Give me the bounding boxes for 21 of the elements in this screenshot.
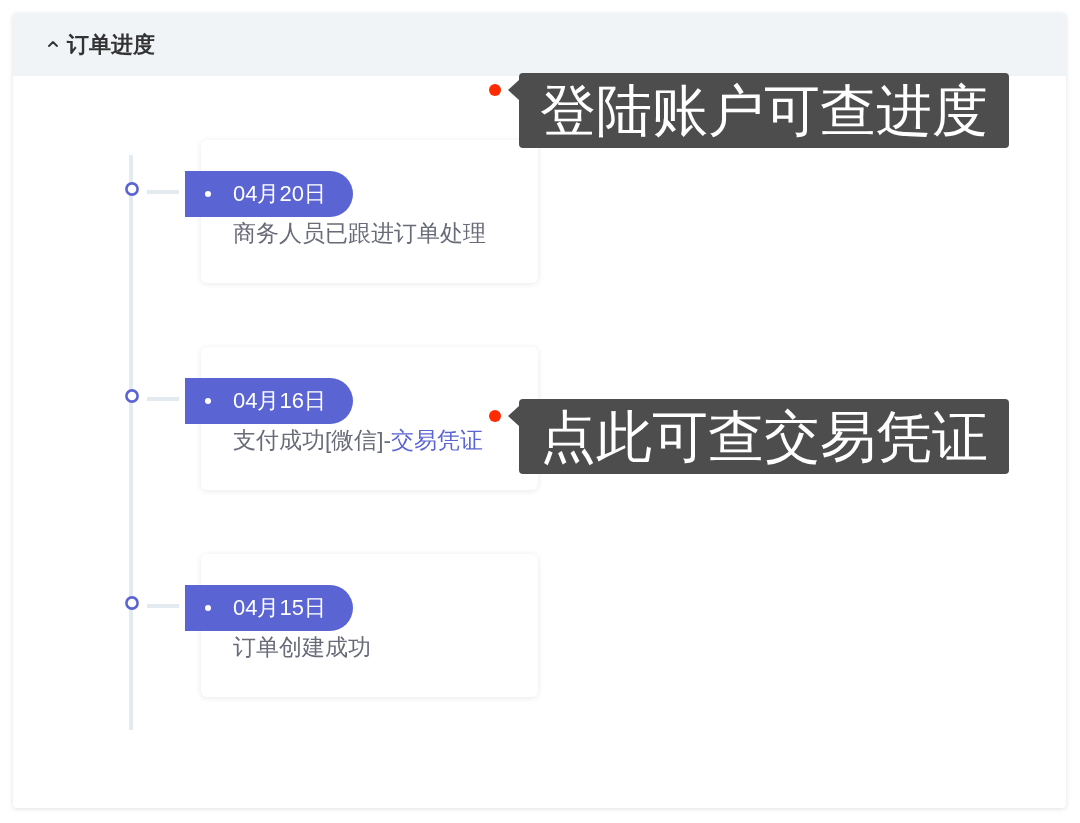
event-description: 商务人员已跟进订单处理 bbox=[233, 220, 486, 248]
bullet-dot-icon bbox=[205, 398, 211, 404]
event-date: 04月16日 bbox=[233, 387, 326, 415]
ring-icon bbox=[125, 596, 139, 610]
event-date: 04月20日 bbox=[233, 180, 326, 208]
event-description: 支付成功[微信]- bbox=[233, 427, 391, 455]
marker-dot-icon bbox=[489, 410, 501, 422]
tooltip: 点此可查交易凭证 bbox=[519, 399, 1009, 474]
bullet-dot-icon bbox=[205, 605, 211, 611]
bullet-dot-icon bbox=[205, 191, 211, 197]
voucher-link[interactable]: 交易凭证 bbox=[391, 426, 483, 456]
tooltip: 登陆账户可查进度 bbox=[519, 73, 1009, 148]
event-description: 订单创建成功 bbox=[233, 634, 371, 662]
ring-icon bbox=[125, 389, 139, 403]
marker-dot-icon bbox=[489, 84, 501, 96]
caret-up-icon[interactable] bbox=[48, 40, 58, 47]
ring-icon bbox=[125, 182, 139, 196]
event-date: 04月15日 bbox=[233, 594, 326, 622]
tooltip-tail-icon bbox=[508, 80, 519, 100]
panel-title: 订单进度 bbox=[67, 30, 155, 59]
tooltip-tail-icon bbox=[508, 406, 519, 426]
